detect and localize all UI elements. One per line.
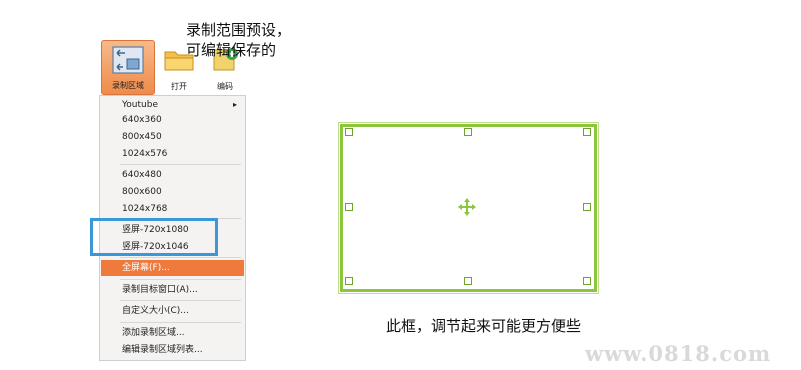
menu-separator bbox=[120, 279, 241, 280]
menu-item-800x600[interactable]: 800x600 bbox=[122, 184, 241, 200]
menu-item-edit-region-list[interactable]: 编辑录制区域列表... bbox=[122, 342, 241, 358]
resize-handle-top-right[interactable] bbox=[583, 128, 591, 136]
resize-handle-right[interactable] bbox=[583, 203, 591, 211]
move-icon[interactable] bbox=[457, 197, 477, 217]
resize-handle-bottom-right[interactable] bbox=[583, 277, 591, 285]
menu-item-youtube[interactable]: Youtube bbox=[122, 97, 241, 113]
menu-item-1024x576[interactable]: 1024x576 bbox=[122, 146, 241, 162]
record-region-icon bbox=[112, 46, 144, 74]
menu-separator bbox=[120, 164, 241, 165]
resize-handle-top-left[interactable] bbox=[345, 128, 353, 136]
presets-highlight-box bbox=[90, 218, 218, 256]
watermark: www.0818.com bbox=[585, 341, 772, 366]
menu-item-custom-size[interactable]: 自定义大小(C)... bbox=[122, 303, 241, 319]
presets-callout: 录制范围预设， 可编辑保存的 bbox=[186, 20, 291, 60]
menu-item-640x360[interactable]: 640x360 bbox=[122, 112, 241, 128]
resize-handle-top[interactable] bbox=[464, 128, 472, 136]
menu-item-add-region[interactable]: 添加录制区域... bbox=[122, 325, 241, 341]
resize-handle-bottom-left[interactable] bbox=[345, 277, 353, 285]
menu-item-640x480[interactable]: 640x480 bbox=[122, 167, 241, 183]
resize-handle-left[interactable] bbox=[345, 203, 353, 211]
menu-separator bbox=[120, 322, 241, 323]
record-region-label: 录制区域 bbox=[112, 81, 144, 90]
record-region-button[interactable]: 录制区域 bbox=[101, 40, 155, 95]
callout-line-2: 可编辑保存的 bbox=[186, 41, 277, 59]
resize-handle-bottom[interactable] bbox=[464, 277, 472, 285]
menu-separator bbox=[120, 257, 241, 258]
menu-separator bbox=[120, 300, 241, 301]
frame-caption: 此框，调节起来可能更方便些 bbox=[386, 317, 582, 335]
menu-item-fullscreen[interactable]: 全屏幕(F)... bbox=[101, 260, 244, 276]
menu-item-800x450[interactable]: 800x450 bbox=[122, 129, 241, 145]
menu-item-1024x768[interactable]: 1024x768 bbox=[122, 201, 241, 217]
open-label: 打开 bbox=[171, 82, 187, 91]
callout-line-1: 录制范围预设， bbox=[186, 21, 292, 39]
edit-label: 编码 bbox=[217, 82, 233, 91]
menu-item-record-target-window[interactable]: 录制目标窗口(A)... bbox=[122, 282, 241, 298]
